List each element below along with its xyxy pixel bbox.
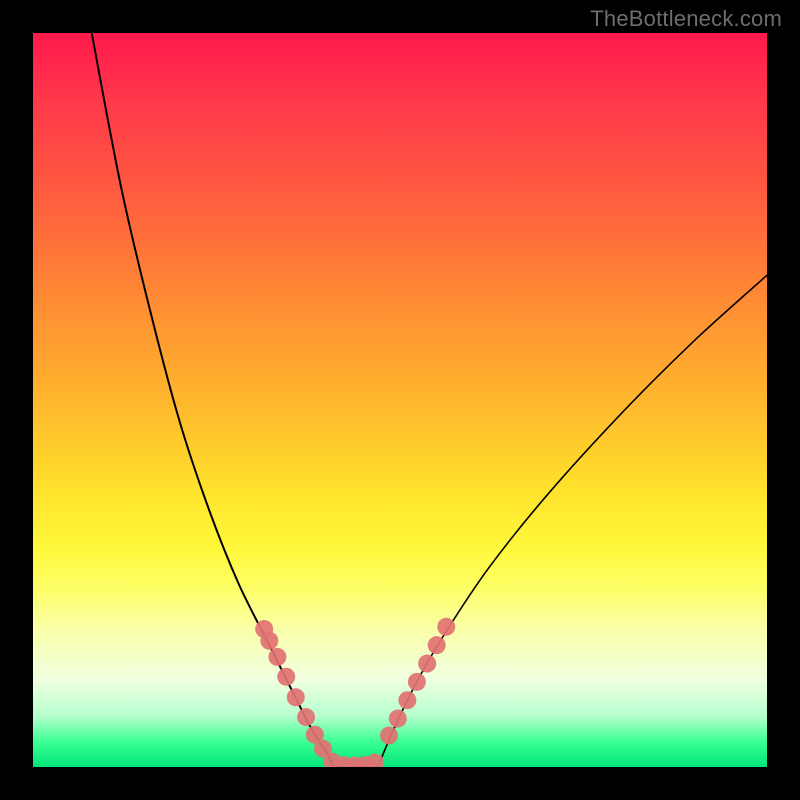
series-right-curve: [378, 275, 767, 767]
marker-dot: [366, 754, 384, 767]
plot-area: [33, 33, 767, 767]
marker-dot: [380, 726, 398, 744]
marker-dot: [277, 668, 295, 686]
curve-layer: [33, 33, 767, 767]
marker-dot: [287, 688, 305, 706]
marker-dot: [428, 636, 446, 654]
marker-dot: [418, 655, 436, 673]
watermark-label: TheBottleneck.com: [590, 6, 782, 32]
marker-dot: [268, 648, 286, 666]
marker-dots: [255, 618, 455, 767]
series-left-curve: [92, 33, 334, 767]
marker-dot: [408, 673, 426, 691]
marker-dot: [260, 632, 278, 650]
marker-dot: [389, 710, 407, 728]
marker-dot: [297, 708, 315, 726]
marker-dot: [437, 618, 455, 636]
marker-dot: [398, 691, 416, 709]
chart-frame: TheBottleneck.com: [0, 0, 800, 800]
